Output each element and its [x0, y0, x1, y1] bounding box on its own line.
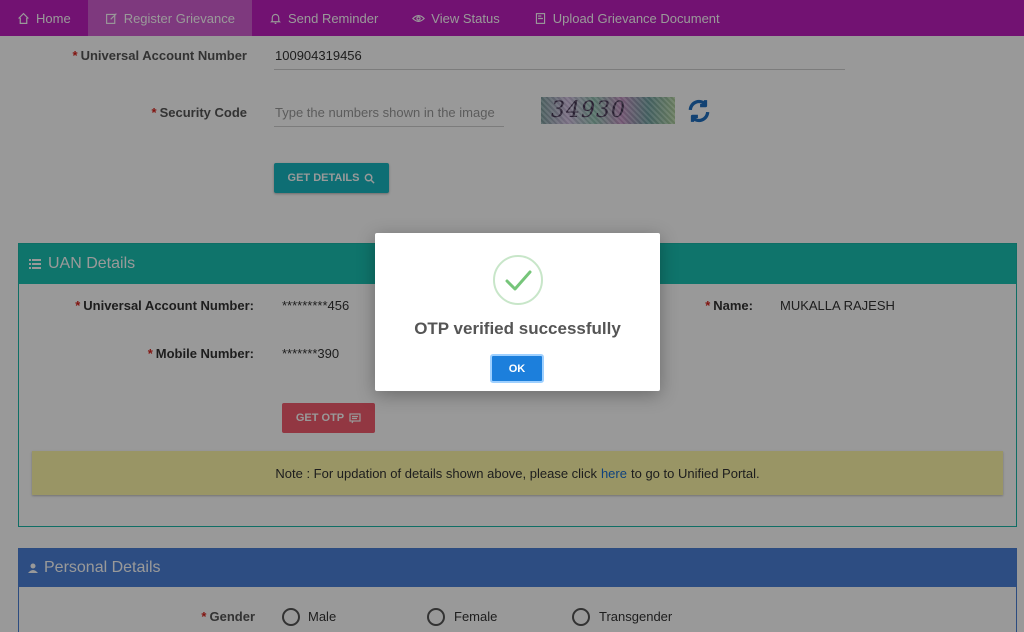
dialog-message: OTP verified successfully: [414, 319, 621, 338]
ok-button[interactable]: OK: [490, 354, 544, 383]
otp-success-dialog: OTP verified successfully OK: [375, 233, 660, 391]
check-icon: [505, 270, 532, 291]
success-check-icon: [493, 255, 543, 305]
